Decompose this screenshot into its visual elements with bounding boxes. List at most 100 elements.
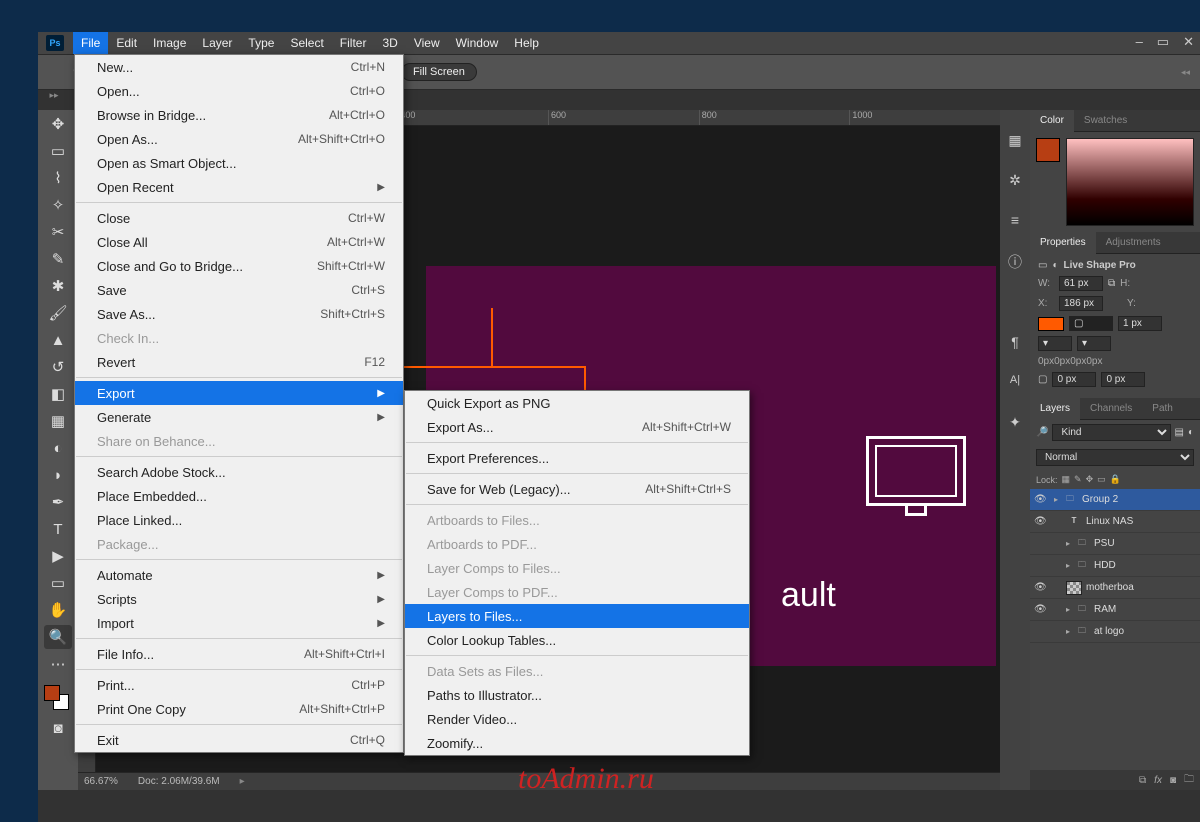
lock-pixels-icon[interactable]: ✎ bbox=[1074, 474, 1082, 485]
foreground-color-swatch[interactable] bbox=[1036, 138, 1060, 162]
visibility-toggle[interactable]: 👁 bbox=[1034, 516, 1046, 527]
expand-arrow-icon[interactable]: ▸ bbox=[1066, 605, 1070, 614]
eraser-tool[interactable]: ◧ bbox=[44, 382, 72, 406]
stroke-width-input[interactable]: 1 px bbox=[1118, 316, 1162, 331]
menu-item[interactable]: Save As...Shift+Ctrl+S bbox=[75, 302, 403, 326]
filter-adjust-icon[interactable]: ◐ bbox=[1188, 427, 1194, 438]
kind-filter-select[interactable]: Kind bbox=[1052, 424, 1170, 441]
menu-layer[interactable]: Layer bbox=[194, 32, 240, 54]
status-docinfo[interactable]: Doc: 2.06M/39.6M bbox=[138, 776, 220, 787]
swatches-tab[interactable]: Swatches bbox=[1074, 110, 1137, 132]
menu-help[interactable]: Help bbox=[506, 32, 547, 54]
lock-artboard-icon[interactable]: ▭ bbox=[1097, 474, 1106, 485]
lasso-tool[interactable]: ⌇ bbox=[44, 166, 72, 190]
menu-item[interactable]: File Info...Alt+Shift+Ctrl+I bbox=[75, 642, 403, 666]
gradient-tool[interactable]: ▦ bbox=[44, 409, 72, 433]
shape-tool[interactable]: ▭ bbox=[44, 571, 72, 595]
move-tool[interactable]: ✥ bbox=[44, 112, 72, 136]
menu-filter[interactable]: Filter bbox=[332, 32, 375, 54]
menu-item[interactable]: Place Linked... bbox=[75, 508, 403, 532]
color-field[interactable] bbox=[1066, 138, 1194, 226]
menu-image[interactable]: Image bbox=[145, 32, 194, 54]
filter-icon[interactable]: 🔎 bbox=[1036, 427, 1048, 438]
menu-select[interactable]: Select bbox=[282, 32, 331, 54]
layer-row[interactable]: 👁▸🗀Group 2 bbox=[1030, 489, 1200, 511]
expand-arrow-icon[interactable]: ▸ bbox=[1066, 539, 1070, 548]
close-icon[interactable]: ✕ bbox=[1183, 34, 1194, 50]
status-zoom[interactable]: 66.67% bbox=[84, 776, 118, 787]
menu-item[interactable]: Export▶ bbox=[75, 381, 403, 405]
crop-tool[interactable]: ✂ bbox=[44, 220, 72, 244]
menu-item[interactable]: ExitCtrl+Q bbox=[75, 728, 403, 752]
healing-brush-tool[interactable]: ✱ bbox=[44, 274, 72, 298]
stroke-align-select[interactable]: ▾ bbox=[1038, 336, 1072, 351]
filter-pixel-icon[interactable]: ▤ bbox=[1175, 427, 1184, 438]
menu-edit[interactable]: Edit bbox=[108, 32, 145, 54]
menu-item[interactable]: Quick Export as PNG bbox=[405, 391, 749, 415]
menu-view[interactable]: View bbox=[406, 32, 448, 54]
dodge-tool[interactable]: ◗ bbox=[44, 463, 72, 487]
menu-item[interactable]: Paths to Illustrator... bbox=[405, 683, 749, 707]
menu-item[interactable]: Automate▶ bbox=[75, 563, 403, 587]
stroke-end-select[interactable]: ▾ bbox=[1077, 336, 1111, 351]
menu-window[interactable]: Window bbox=[448, 32, 507, 54]
info-panel-icon[interactable]: ⓘ bbox=[1008, 252, 1022, 270]
blur-tool[interactable]: ◐ bbox=[44, 436, 72, 460]
clone-stamp-tool[interactable]: ▲ bbox=[44, 328, 72, 352]
menu-item[interactable]: Open as Smart Object... bbox=[75, 151, 403, 175]
menu-item[interactable]: Place Embedded... bbox=[75, 484, 403, 508]
collapse-options-icon[interactable]: ▸▸ bbox=[42, 90, 66, 102]
actions-panel-icon[interactable]: ✲ bbox=[1009, 172, 1021, 190]
x-input[interactable]: 186 px bbox=[1059, 296, 1103, 311]
layer-mask-icon[interactable]: ◙ bbox=[1170, 775, 1176, 786]
menu-item[interactable]: Print...Ctrl+P bbox=[75, 673, 403, 697]
lock-all-icon[interactable]: 🔒 bbox=[1110, 474, 1121, 485]
path-select-tool[interactable]: ▶ bbox=[44, 544, 72, 568]
eyedropper-tool[interactable]: ✎ bbox=[44, 247, 72, 271]
minimize-icon[interactable]: – bbox=[1136, 34, 1143, 50]
expand-arrow-icon[interactable]: ▸ bbox=[1054, 495, 1058, 504]
menu-item[interactable]: Zoomify... bbox=[405, 731, 749, 755]
menu-type[interactable]: Type bbox=[240, 32, 282, 54]
menu-item[interactable]: Import▶ bbox=[75, 611, 403, 635]
menu-item[interactable]: Open Recent▶ bbox=[75, 175, 403, 199]
type-tool[interactable]: T bbox=[44, 517, 72, 541]
adjustments-tab[interactable]: Adjustments bbox=[1096, 232, 1171, 254]
layer-row[interactable]: ▸🗀PSU bbox=[1030, 533, 1200, 555]
corner-rt-input[interactable]: 0 px bbox=[1101, 372, 1145, 387]
visibility-toggle[interactable]: 👁 bbox=[1034, 494, 1046, 505]
properties-tab[interactable]: Properties bbox=[1030, 232, 1096, 254]
expand-arrow-icon[interactable]: ▸ bbox=[1066, 561, 1070, 570]
layer-row[interactable]: 👁motherboa bbox=[1030, 577, 1200, 599]
menu-item[interactable]: CloseCtrl+W bbox=[75, 206, 403, 230]
blend-mode-select[interactable]: Normal bbox=[1036, 449, 1194, 466]
visibility-toggle[interactable]: 👁 bbox=[1034, 582, 1046, 593]
edit-toolbar-icon[interactable]: ⋯ bbox=[44, 652, 72, 676]
menu-item[interactable]: Search Adobe Stock... bbox=[75, 460, 403, 484]
channels-tab[interactable]: Channels bbox=[1080, 398, 1142, 420]
paragraph-panel-icon[interactable]: ¶ bbox=[1011, 334, 1019, 352]
history-brush-tool[interactable]: ↺ bbox=[44, 355, 72, 379]
libraries-panel-icon[interactable]: ≡ bbox=[1011, 212, 1019, 230]
corner-lt-input[interactable]: 0 px bbox=[1052, 372, 1096, 387]
character-panel-icon[interactable]: A| bbox=[1010, 374, 1020, 392]
magic-wand-tool[interactable]: ✧ bbox=[44, 193, 72, 217]
fill-swatch[interactable] bbox=[1038, 317, 1064, 331]
pen-tool[interactable]: ✒ bbox=[44, 490, 72, 514]
collapse-panels-icon[interactable]: ◂◂ bbox=[1181, 67, 1190, 78]
layer-row[interactable]: 👁TLinux NAS bbox=[1030, 511, 1200, 533]
menu-item[interactable]: Export Preferences... bbox=[405, 446, 749, 470]
stroke-swatch[interactable]: ▢ bbox=[1069, 316, 1113, 331]
layer-row[interactable]: ▸🗀HDD bbox=[1030, 555, 1200, 577]
menu-item[interactable]: RevertF12 bbox=[75, 350, 403, 374]
brush-tool[interactable]: 🖌 bbox=[44, 301, 72, 325]
layer-style-icon[interactable]: fx bbox=[1154, 775, 1162, 786]
expand-arrow-icon[interactable]: ▸ bbox=[1066, 627, 1070, 636]
width-input[interactable]: 61 px bbox=[1059, 276, 1103, 291]
menu-3d[interactable]: 3D bbox=[374, 32, 405, 54]
styles-panel-icon[interactable]: ✦ bbox=[1009, 414, 1021, 432]
marquee-tool[interactable]: ▭ bbox=[44, 139, 72, 163]
fill-screen-button[interactable]: Fill Screen bbox=[401, 63, 477, 81]
hand-tool[interactable]: ✋ bbox=[44, 598, 72, 622]
menu-item[interactable]: Close and Go to Bridge...Shift+Ctrl+W bbox=[75, 254, 403, 278]
